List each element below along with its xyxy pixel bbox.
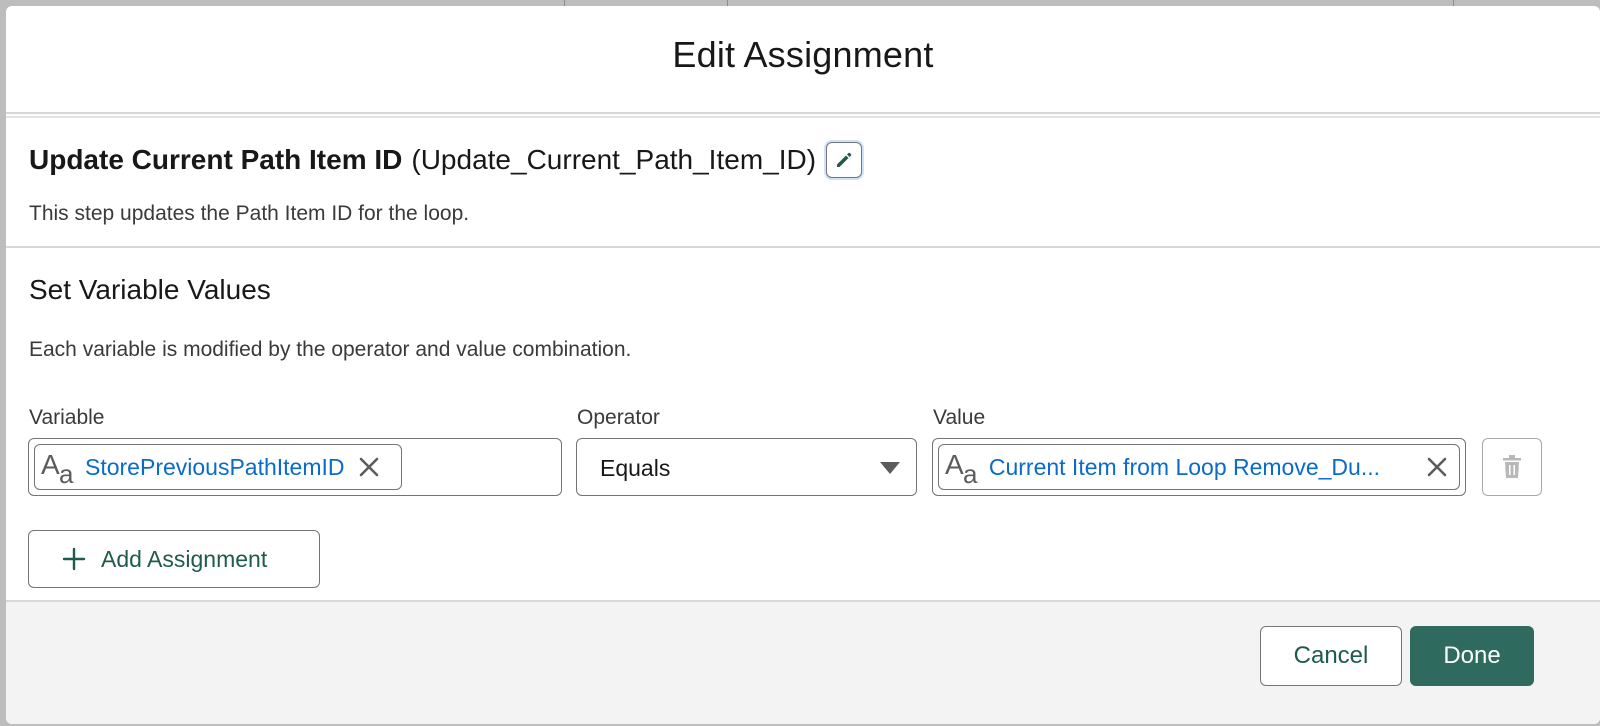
add-assignment-label: Add Assignment: [101, 545, 268, 572]
modal-footer: Cancel Done: [6, 600, 1600, 724]
value-label: Value: [933, 406, 986, 429]
edit-properties-button[interactable]: [826, 142, 863, 178]
value-pill[interactable]: A a Current Item from Loop Remove_Du...: [938, 444, 1460, 490]
element-description: This step updates the Path Item ID for t…: [29, 202, 470, 225]
operator-select[interactable]: Equals: [576, 438, 917, 496]
delete-row-button[interactable]: [1482, 438, 1542, 496]
section-description: Each variable is modified by the operato…: [29, 338, 632, 361]
variable-field[interactable]: A a StorePreviousPathItemID: [28, 438, 562, 496]
close-icon: [359, 457, 378, 477]
variable-label: Variable: [29, 406, 105, 429]
cancel-button[interactable]: Cancel: [1260, 626, 1402, 686]
modal-title: Edit Assignment: [672, 34, 934, 75]
section-heading: Set Variable Values: [29, 274, 271, 305]
text-type-icon: A a: [41, 449, 74, 489]
operator-selected-value: Equals: [600, 455, 671, 481]
element-info-section: Update Current Path Item ID (Update_Curr…: [6, 116, 1600, 248]
element-api-name: (Update_Current_Path_Item_ID): [411, 144, 817, 175]
operator-label: Operator: [577, 406, 660, 429]
trash-icon: [1503, 455, 1521, 478]
value-field[interactable]: A a Current Item from Loop Remove_Du...: [932, 438, 1466, 496]
element-title: Update Current Path Item ID (Update_Curr…: [29, 142, 863, 178]
done-button[interactable]: Done: [1410, 626, 1534, 686]
modal-header: Edit Assignment: [6, 6, 1600, 114]
remove-variable-button[interactable]: [355, 453, 383, 481]
value-pill-label: Current Item from Loop Remove_Du...: [988, 453, 1381, 480]
text-type-icon: A a: [945, 449, 978, 489]
element-label: Update Current Path Item ID: [29, 144, 403, 175]
set-variable-values-section: Set Variable Values Each variable is mod…: [6, 248, 1600, 608]
chevron-down-icon: [880, 462, 900, 474]
remove-value-button[interactable]: [1423, 453, 1451, 481]
variable-pill[interactable]: A a StorePreviousPathItemID: [34, 444, 402, 490]
edit-assignment-modal: Edit Assignment Update Current Path Item…: [6, 6, 1600, 724]
close-icon: [1427, 457, 1447, 477]
plus-icon: [62, 547, 86, 571]
variable-pill-label: StorePreviousPathItemID: [85, 453, 345, 480]
pencil-icon: [837, 152, 852, 167]
add-assignment-button[interactable]: Add Assignment: [28, 530, 320, 588]
